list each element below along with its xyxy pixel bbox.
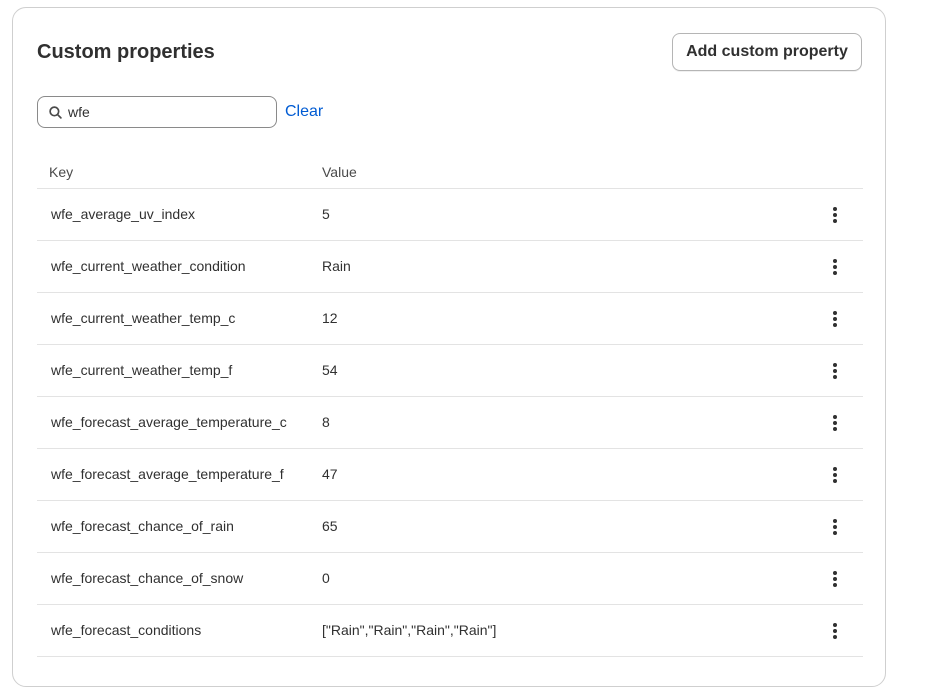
property-key: wfe_forecast_chance_of_rain (51, 518, 234, 534)
table-header: Key Value (37, 158, 863, 189)
table-row[interactable]: wfe_forecast_chance_of_rain 65 (37, 501, 863, 553)
menu-dot (833, 415, 837, 419)
properties-table: Key Value wfe_average_uv_index 5 wfe_curre… (37, 158, 863, 657)
menu-dot (833, 531, 837, 535)
menu-dot (833, 467, 837, 471)
menu-dot (833, 363, 837, 367)
search-icon (49, 106, 62, 119)
table-row[interactable]: wfe_average_uv_index 5 (37, 189, 863, 241)
property-value: 65 (322, 518, 338, 534)
menu-dot (833, 577, 837, 581)
property-value: Rain (322, 258, 351, 274)
menu-dot (833, 583, 837, 587)
menu-dot (833, 629, 837, 633)
more-vertical-icon[interactable] (825, 619, 845, 643)
menu-dot (833, 219, 837, 223)
menu-dot (833, 473, 837, 477)
menu-dot (833, 207, 837, 211)
property-value: 0 (322, 570, 330, 586)
menu-dot (833, 519, 837, 523)
more-vertical-icon[interactable] (825, 567, 845, 591)
menu-dot (833, 213, 837, 217)
more-vertical-icon[interactable] (825, 515, 845, 539)
more-vertical-icon[interactable] (825, 359, 845, 383)
property-value: 47 (322, 466, 338, 482)
property-value: 8 (322, 414, 330, 430)
table-body: wfe_average_uv_index 5 wfe_current_weather… (37, 189, 863, 657)
property-value: ["Rain","Rain","Rain","Rain"] (322, 622, 497, 638)
custom-properties-card: Custom properties Add custom property Cl… (12, 7, 886, 687)
column-header-key: Key (49, 164, 74, 180)
table-row[interactable]: wfe_current_weather_condition Rain (37, 241, 863, 293)
more-vertical-icon[interactable] (825, 203, 845, 227)
table-row[interactable]: wfe_current_weather_temp_c 12 (37, 293, 863, 345)
menu-dot (833, 635, 837, 639)
more-vertical-icon[interactable] (825, 463, 845, 487)
menu-dot (833, 375, 837, 379)
property-key: wfe_forecast_conditions (51, 622, 202, 638)
menu-dot (833, 259, 837, 263)
table-row[interactable]: wfe_forecast_average_temperature_f 47 (37, 449, 863, 501)
property-key: wfe_forecast_average_temperature_c (51, 414, 287, 430)
property-value: 54 (322, 362, 338, 378)
search-field[interactable] (37, 96, 277, 128)
section-title: Custom properties (37, 41, 215, 63)
property-key: wfe_forecast_chance_of_snow (51, 570, 244, 586)
menu-dot (833, 317, 837, 321)
more-vertical-icon[interactable] (825, 411, 845, 435)
menu-dot (833, 369, 837, 373)
menu-dot (833, 623, 837, 627)
menu-dot (833, 311, 837, 315)
table-row[interactable]: wfe_forecast_average_temperature_c 8 (37, 397, 863, 449)
property-value: 5 (322, 206, 330, 222)
menu-dot (833, 421, 837, 425)
table-row[interactable]: wfe_forecast_conditions ["Rain","Rain","R… (37, 605, 863, 657)
more-vertical-icon[interactable] (825, 255, 845, 279)
property-value: 12 (322, 310, 338, 326)
table-row[interactable]: wfe_current_weather_temp_f 54 (37, 345, 863, 397)
table-row[interactable]: wfe_forecast_chance_of_snow 0 (37, 553, 863, 605)
menu-dot (833, 525, 837, 529)
property-key: wfe_forecast_average_temperature_f (51, 466, 284, 482)
add-custom-property-button[interactable]: Add custom property (672, 33, 862, 71)
menu-dot (833, 571, 837, 575)
search-input[interactable] (68, 98, 268, 126)
menu-dot (833, 479, 837, 483)
property-key: wfe_current_weather_temp_c (51, 310, 236, 326)
property-key: wfe_current_weather_temp_f (51, 362, 233, 378)
menu-dot (833, 271, 837, 275)
clear-search-link[interactable]: Clear (285, 102, 323, 122)
property-key: wfe_current_weather_condition (51, 258, 246, 274)
more-vertical-icon[interactable] (825, 307, 845, 331)
menu-dot (833, 323, 837, 327)
menu-dot (833, 265, 837, 269)
column-header-value: Value (322, 164, 357, 180)
menu-dot (833, 427, 837, 431)
property-key: wfe_average_uv_index (51, 206, 195, 222)
